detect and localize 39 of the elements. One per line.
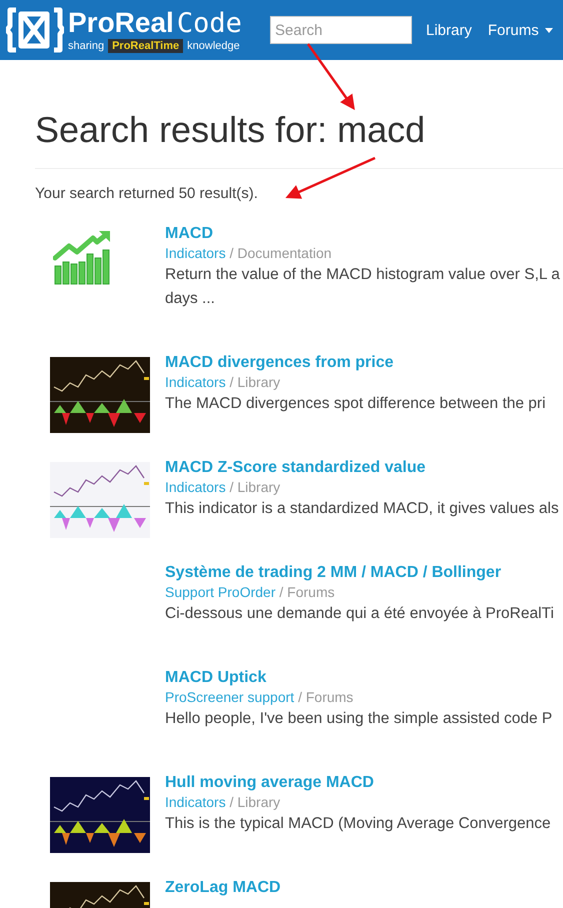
section-label: / Library [228, 374, 280, 390]
tagline-text: sharing [68, 40, 104, 52]
section-label: / Library [228, 794, 280, 810]
result-excerpt: Ci-dessous une demande qui a été envoyée à ProRealTi [165, 604, 554, 624]
result-excerpt: This indicator is a standardized MACD, it gives values als [165, 499, 559, 519]
page-title: Search results for: macd [35, 108, 563, 169]
result-title-link[interactable]: MACD Z-Score standardized value [165, 458, 559, 478]
result-title-link[interactable]: Hull moving average MACD [165, 773, 551, 793]
nav-link[interactable]: Forums [486, 22, 555, 38]
result-excerpt: The MACD divergences spot difference between the pri [165, 394, 546, 414]
result-title-link[interactable]: ZeroLag MACD [165, 878, 281, 898]
result-excerpt: Return the value of the MACD histogram value over S,L a [165, 265, 560, 285]
tagline-badge: ProRealTime [108, 38, 184, 52]
nav-link[interactable]: Library [424, 22, 474, 38]
result-excerpt: This is the typical MACD (Moving Average Convergence [165, 814, 551, 834]
category-link[interactable]: Support ProOrder [165, 584, 276, 600]
category-link[interactable]: ProScreener support [165, 689, 294, 705]
result-count: Your search returned 50 result(s). [35, 185, 259, 202]
result-excerpt: days ... [165, 289, 216, 309]
result-excerpt: Hello people, I've been using the simple assisted code P [165, 709, 552, 729]
chart-growth-icon [53, 230, 111, 286]
result-title-link[interactable]: MACD [165, 224, 560, 244]
result-title-link[interactable]: MACD Uptick [165, 668, 552, 688]
logo-icon [6, 6, 64, 54]
logo-wordmark[interactable]: ProReal Code [68, 8, 242, 38]
caret-icon [544, 28, 553, 32]
section-label: / Library [228, 479, 280, 495]
search-field[interactable]: Search [270, 16, 412, 44]
tagline-text: knowledge [187, 40, 240, 52]
result-title-link[interactable]: Système de trading 2 MM / MACD / Bollinger [165, 563, 554, 583]
result-title-link[interactable]: MACD divergences from price [165, 353, 546, 373]
section-label: / Forums [297, 689, 354, 705]
category-link[interactable]: Indicators [165, 479, 226, 495]
section-label: / Forums [278, 584, 335, 600]
category-link[interactable]: Indicators [165, 794, 226, 810]
category-link[interactable]: Indicators [165, 245, 226, 261]
section-label: / Documentation [228, 245, 332, 261]
category-link[interactable]: Indicators [165, 374, 226, 390]
annotation-arrow [306, 43, 355, 110]
